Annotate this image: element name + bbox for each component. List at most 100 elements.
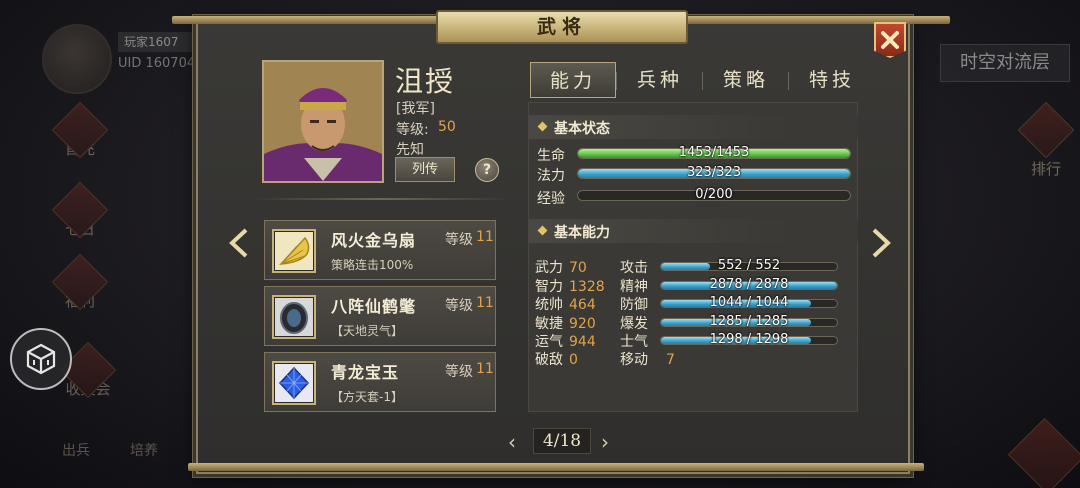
attr-intelligence: 智力 1328 — [535, 276, 605, 296]
attr-value: 464 — [569, 297, 596, 313]
tab-troops[interactable]: 兵种 — [617, 62, 703, 98]
tab-special-skill[interactable]: 特技 — [789, 62, 875, 98]
combat-burst-label: 爆发 — [620, 313, 648, 333]
equipment-level: 11 — [476, 229, 494, 245]
bottom-rail-decoration — [188, 463, 924, 471]
prev-hero-arrow-icon[interactable] — [228, 228, 250, 258]
equipment-slot-2[interactable]: 八阵仙鹤氅 等级 11 【天地灵气】 — [264, 286, 496, 346]
exp-label: 经验 — [537, 191, 565, 207]
combat-label: 精神 — [620, 279, 648, 295]
side-menu-welfare[interactable]: 福利 — [50, 253, 110, 322]
space-time-layer-button[interactable]: 时空对流层 — [940, 44, 1070, 82]
mp-value: 323/323 — [686, 165, 741, 180]
player-avatar[interactable] — [42, 24, 112, 94]
combat-attack-label: 攻击 — [620, 257, 648, 277]
equipment-name: 风火金乌扇 — [331, 231, 417, 250]
hero-name: 沮授 — [395, 65, 456, 98]
combat-label: 移动 — [620, 352, 648, 368]
morale-value: 1298 / 1298 — [709, 332, 789, 347]
attr-label: 敏捷 — [535, 316, 563, 332]
combat-label: 士气 — [620, 334, 648, 350]
burst-value: 1285 / 1285 — [709, 314, 789, 329]
attr-label: 破敌 — [535, 352, 563, 368]
equipment-slot-3[interactable]: 青龙宝玉 等级 11 【方天套-1】 — [264, 352, 496, 412]
combat-defense-label: 防御 — [620, 294, 648, 314]
ranking-button[interactable]: 排行 — [1017, 101, 1075, 178]
equipment-level-label: 等级 — [445, 232, 473, 248]
move-value: 7 — [666, 352, 675, 368]
attr-command: 统帅 464 — [535, 294, 596, 314]
close-x-icon — [881, 31, 899, 49]
close-button[interactable] — [874, 22, 906, 58]
equipment-name: 青龙宝玉 — [331, 363, 400, 382]
page-next-button[interactable]: › — [601, 430, 609, 454]
help-button[interactable]: ? — [475, 158, 499, 182]
equipment-slot-1[interactable]: 风火金乌扇 等级 11 策略连击100% — [264, 220, 496, 280]
page-prev-button[interactable]: ‹ — [508, 430, 516, 454]
diamond-bullet-icon — [537, 225, 548, 236]
side-menu-first-recharge[interactable]: 首充 — [50, 101, 110, 170]
defense-value: 1044 / 1044 — [709, 295, 789, 310]
page-indicator: 4/18 — [533, 428, 591, 454]
attr-label: 智力 — [535, 279, 563, 295]
hp-value: 1453/1453 — [678, 145, 750, 160]
basic-ability-header: 基本能力 — [528, 219, 858, 243]
section-title: 基本状态 — [554, 121, 610, 137]
mp-label: 法力 — [537, 168, 565, 184]
bottom-menu-deploy[interactable]: 出兵 — [62, 440, 90, 460]
tab-ability[interactable]: 能力 — [530, 62, 616, 98]
floating-assist-button[interactable] — [10, 328, 72, 390]
basic-status-header: 基本状态 — [528, 115, 858, 139]
attr-value: 944 — [569, 334, 596, 350]
dialog-title-plate: 武将 — [436, 10, 688, 44]
attr-strength: 武力 70 — [535, 257, 587, 277]
attr-label: 统帅 — [535, 297, 563, 313]
combat-morale-label: 士气 — [620, 331, 648, 351]
diamond-bullet-icon — [537, 121, 548, 132]
equipment-name: 八阵仙鹤氅 — [331, 297, 417, 316]
spirit-value: 2878 / 2878 — [709, 277, 789, 292]
equipment-level-label: 等级 — [445, 364, 473, 380]
equipment-level: 11 — [476, 361, 494, 377]
attr-label: 武力 — [535, 260, 563, 276]
equipment-desc: 策略连击100% — [331, 258, 414, 272]
exp-value: 0/200 — [695, 187, 733, 202]
equipment-level: 11 — [476, 295, 494, 311]
attr-break: 破敌 0 — [535, 349, 578, 369]
tab-strategy[interactable]: 策略 — [703, 62, 789, 98]
player-uid: UID 160704 — [118, 56, 196, 71]
hp-label: 生命 — [537, 148, 565, 164]
hero-portrait — [262, 60, 384, 183]
bottom-menu-train[interactable]: 培养 — [130, 440, 158, 460]
hero-portrait-art — [264, 62, 382, 181]
golden-fan-icon — [272, 229, 316, 273]
diamond-icon — [1017, 101, 1075, 159]
combat-label: 爆发 — [620, 316, 648, 332]
attr-label: 运气 — [535, 334, 563, 350]
attack-value: 552 / 552 — [717, 258, 781, 273]
hero-level-label: 等级: — [396, 122, 429, 138]
combat-move: 移动 7 — [620, 349, 675, 369]
hero-level-value: 50 — [438, 119, 456, 135]
bottom-right-menu-button[interactable] — [1007, 417, 1080, 488]
combat-label: 防御 — [620, 297, 648, 313]
ranking-label: 排行 — [1030, 160, 1061, 178]
combat-label: 攻击 — [620, 260, 648, 276]
attr-value: 1328 — [569, 279, 605, 295]
equipment-level-label: 等级 — [445, 298, 473, 314]
side-menu-seven-days[interactable]: 七日 — [50, 181, 110, 250]
next-hero-arrow-icon[interactable] — [870, 228, 892, 258]
attr-value: 70 — [569, 260, 587, 276]
attr-value: 0 — [569, 352, 578, 368]
cube-icon — [26, 343, 56, 375]
divider — [252, 198, 510, 200]
attr-agility: 敏捷 920 — [535, 313, 596, 333]
attr-luck: 运气 944 — [535, 331, 596, 351]
combat-spirit-label: 精神 — [620, 276, 648, 296]
equipment-desc: 【天地灵气】 — [331, 324, 404, 338]
hero-skill: 先知 — [396, 142, 424, 158]
biography-button[interactable]: 列传 — [395, 157, 455, 182]
equipment-desc: 【方天套-1】 — [331, 390, 403, 404]
attr-value: 920 — [569, 316, 596, 332]
hero-faction: [我军] — [396, 101, 435, 117]
